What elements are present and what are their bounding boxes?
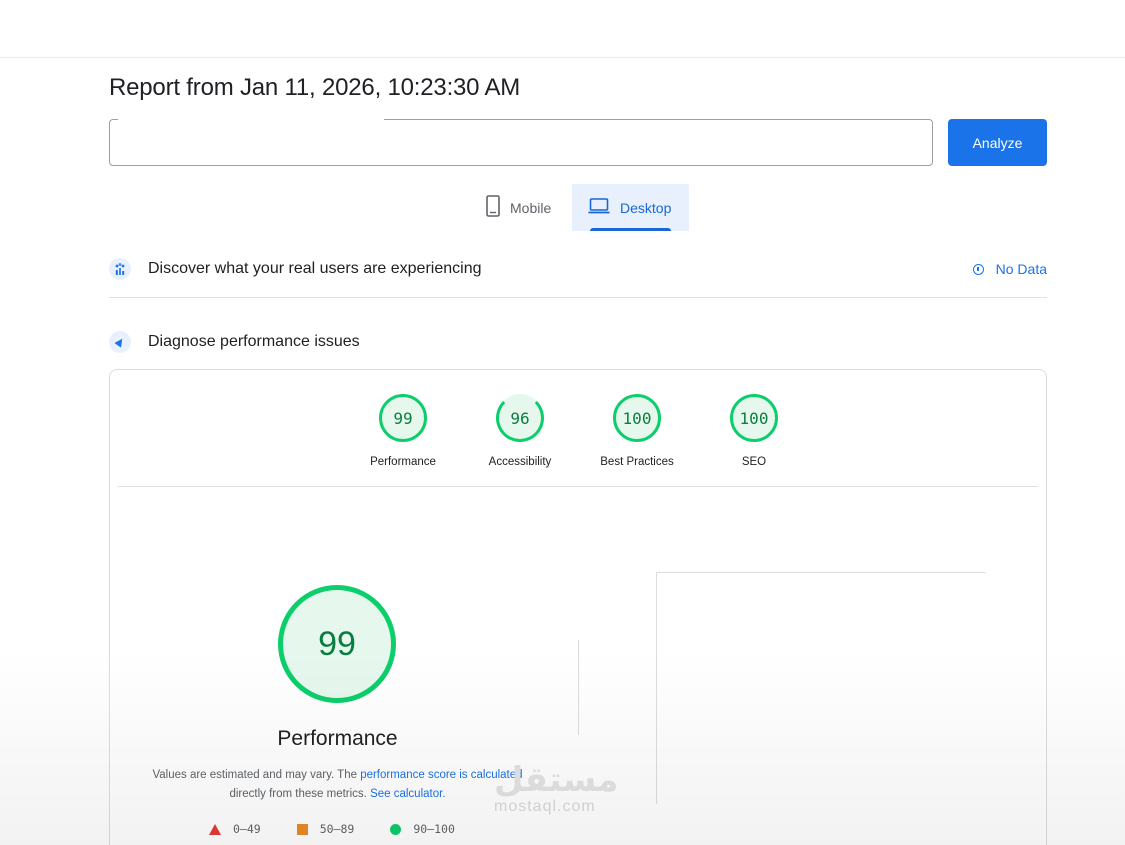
gauge-best-practices-ring: 100 [613, 394, 661, 442]
users-chart-icon [109, 258, 131, 280]
selected-tab-indicator [590, 228, 671, 231]
gauge-performance[interactable]: 99 Performance [348, 394, 458, 468]
lighthouse-icon [109, 331, 131, 353]
phone-icon [486, 195, 500, 220]
legend-average: 50–89 [296, 822, 355, 836]
tab-desktop-label: Desktop [620, 199, 672, 216]
legend-pass-label: 90–100 [413, 822, 455, 836]
page-screenshot-frame [656, 572, 986, 804]
performance-label: Performance [277, 727, 398, 750]
gauge-seo-ring: 100 [730, 394, 778, 442]
legend-fail-label: 0–49 [233, 822, 261, 836]
gauge-performance-label: Performance [370, 456, 436, 468]
see-calculator-link[interactable]: See calculator. [370, 788, 445, 800]
url-input[interactable] [109, 119, 933, 166]
performance-score-gauge: 99 [278, 585, 396, 703]
triangle-icon [209, 823, 221, 835]
watermark: مستقل mostaql.com [494, 762, 618, 816]
legend-fail: 0–49 [209, 822, 261, 836]
device-tabs: Mobile Desktop [470, 184, 689, 232]
lab-data-section: Diagnose performance issues [109, 330, 1047, 354]
vertical-divider [578, 640, 579, 735]
performance-description: Values are estimated and may vary. The p… [150, 766, 525, 804]
tab-desktop[interactable]: Desktop [572, 184, 689, 231]
field-data-section: Discover what your real users are experi… [109, 257, 1047, 281]
no-data-link[interactable]: No Data [972, 261, 1047, 277]
laptop-icon [588, 198, 610, 217]
gauge-accessibility-ring: 96 [496, 394, 544, 442]
url-input-notch [118, 117, 384, 121]
desc-text-1: Values are estimated and may vary. The [152, 769, 361, 781]
circle-icon [390, 823, 402, 835]
score-gauges: 99 Performance 96 Accessibility 100 Best… [110, 394, 1046, 474]
gauge-best-practices-label: Best Practices [600, 456, 674, 468]
field-data-title: Discover what your real users are experi… [148, 260, 482, 277]
square-icon [296, 823, 308, 835]
gauge-accessibility-label: Accessibility [488, 456, 552, 468]
gauge-seo-label: SEO [741, 456, 767, 468]
report-title: Report from Jan 11, 2026, 10:23:30 AM [109, 74, 521, 101]
legend-average-label: 50–89 [319, 822, 355, 836]
gauge-performance-ring: 99 [379, 394, 427, 442]
gauge-accessibility[interactable]: 96 Accessibility [465, 394, 575, 468]
watermark-logo: مستقل [494, 761, 619, 799]
no-data-label: No Data [995, 261, 1047, 277]
lab-data-title: Diagnose performance issues [148, 333, 360, 350]
analyze-button[interactable]: Analyze [948, 119, 1047, 166]
gauge-best-practices[interactable]: 100 Best Practices [582, 394, 692, 468]
legend-pass: 90–100 [390, 822, 455, 836]
tab-mobile[interactable]: Mobile [470, 184, 572, 231]
watermark-text: mostaql.com [494, 798, 596, 815]
desc-text-2: directly from these metrics. [229, 788, 371, 800]
gauge-seo[interactable]: 100 SEO [699, 394, 809, 468]
score-legend: 0–49 50–89 90–100 [209, 822, 455, 836]
card-divider [118, 486, 1038, 487]
tab-mobile-label: Mobile [510, 199, 552, 216]
info-icon [972, 263, 984, 275]
header-divider [0, 57, 1125, 58]
section-divider [109, 297, 1047, 298]
